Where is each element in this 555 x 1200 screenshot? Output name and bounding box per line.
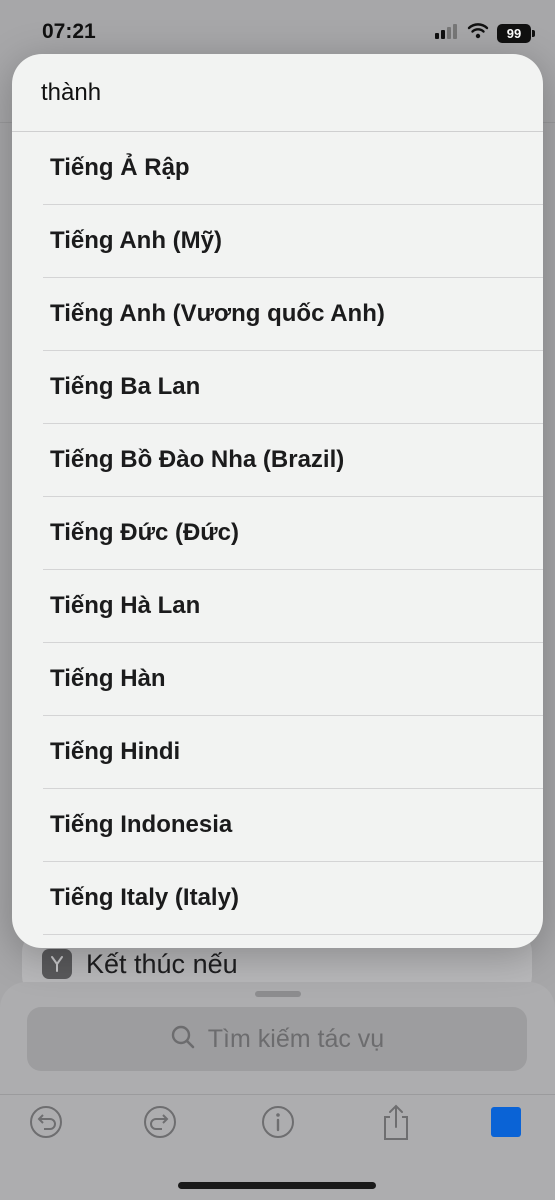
- language-option[interactable]: Tiếng Hindi: [43, 716, 543, 789]
- cellular-signal-icon: [435, 23, 459, 44]
- editor-toolbar: [0, 1102, 555, 1150]
- language-option[interactable]: Tiếng Ba Lan: [43, 351, 543, 424]
- status-indicators: 99: [435, 22, 535, 44]
- undo-button[interactable]: [26, 1102, 66, 1146]
- status-bar: 07:21 99: [0, 0, 555, 60]
- home-indicator: [178, 1182, 376, 1189]
- branch-icon: [42, 949, 72, 979]
- end-if-label: Kết thúc nếu: [86, 948, 238, 979]
- run-icon: [491, 1106, 521, 1142]
- info-icon: [260, 1104, 296, 1145]
- run-button[interactable]: [486, 1102, 526, 1146]
- language-picker-popup: thành Tiếng Ả Rập Tiếng Anh (Mỹ) Tiếng A…: [12, 54, 543, 948]
- language-option[interactable]: Tiếng Ả Rập: [43, 132, 543, 205]
- wifi-icon: [467, 22, 489, 44]
- popup-header: thành: [12, 54, 543, 132]
- search-placeholder: Tìm kiếm tác vụ: [207, 1024, 385, 1053]
- language-option[interactable]: Tiếng Anh (Mỹ): [43, 205, 543, 278]
- language-option[interactable]: Tiếng Hàn: [43, 643, 543, 716]
- status-time: 07:21: [42, 20, 96, 43]
- language-list: Tiếng Ả Rập Tiếng Anh (Mỹ) Tiếng Anh (Vư…: [12, 132, 543, 935]
- sheet-grabber[interactable]: [255, 991, 301, 997]
- info-button[interactable]: [258, 1102, 298, 1146]
- language-option[interactable]: Tiếng Đức (Đức): [43, 497, 543, 570]
- toolbar-divider: [0, 1094, 555, 1095]
- search-icon: [170, 1024, 196, 1055]
- search-actions-input[interactable]: Tìm kiếm tác vụ: [27, 1007, 527, 1071]
- share-icon: [379, 1102, 413, 1147]
- redo-button[interactable]: [140, 1102, 180, 1146]
- language-option[interactable]: Tiếng Bồ Đào Nha (Brazil): [43, 424, 543, 497]
- language-option[interactable]: Tiếng Indonesia: [43, 789, 543, 862]
- language-option[interactable]: Tiếng Italy (Italy): [43, 862, 543, 935]
- end-if-action: Kết thúc nếu: [42, 948, 238, 980]
- redo-icon: [142, 1104, 178, 1145]
- language-option[interactable]: Tiếng Anh (Vương quốc Anh): [43, 278, 543, 351]
- battery-icon: 99: [497, 23, 535, 43]
- share-button[interactable]: [376, 1102, 416, 1146]
- language-option[interactable]: Tiếng Hà Lan: [43, 570, 543, 643]
- undo-icon: [28, 1104, 64, 1145]
